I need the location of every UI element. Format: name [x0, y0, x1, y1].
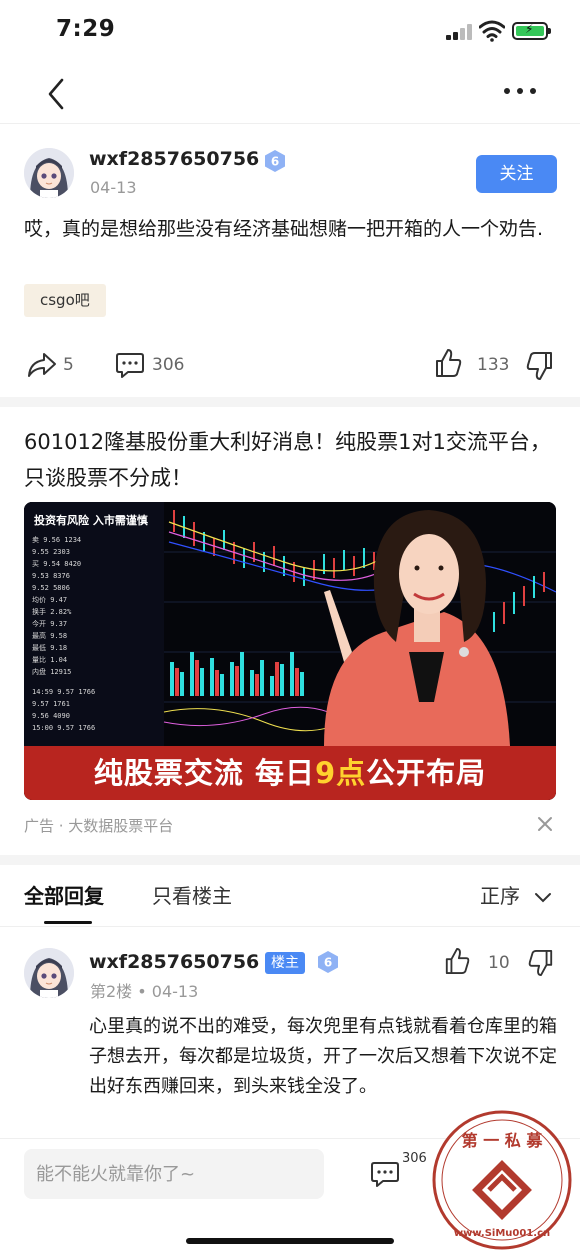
chevron-down-icon: [535, 892, 552, 902]
like-count: 133: [477, 355, 510, 375]
reply-input[interactable]: [24, 1149, 324, 1199]
section-divider: [0, 855, 580, 865]
svg-text:9.56 4090: 9.56 4090: [32, 712, 70, 720]
more-options-icon[interactable]: [504, 88, 538, 98]
svg-text:9.57 1761: 9.57 1761: [32, 700, 70, 708]
status-time: 7:29: [56, 16, 116, 42]
nav-bar: [0, 62, 580, 124]
level-badge-icon: 6: [265, 150, 285, 172]
ad-risk-warning: 投资有风险 入市需谨慎: [34, 514, 148, 527]
bottom-comment-count: 306: [402, 1151, 427, 1166]
svg-text:均价 9.47: 均价 9.47: [32, 595, 67, 604]
tab-all-replies[interactable]: 全部回复: [24, 880, 104, 909]
post-date: 04-13: [90, 178, 137, 197]
level-badge-number: 6: [271, 155, 279, 169]
sort-label: 正序: [480, 884, 520, 908]
svg-text:内盘 12915: 内盘 12915: [32, 667, 71, 676]
comment-icon[interactable]: [115, 351, 145, 379]
reply-dislike-icon[interactable]: [528, 949, 554, 977]
ad-image[interactable]: 卖 9.56 1234 9.55 2303 买 9.54 8420 9.53 83…: [24, 502, 556, 800]
forum-tag[interactable]: csgo吧: [24, 284, 106, 317]
svg-text:卖 9.56 1234: 卖 9.56 1234: [32, 536, 81, 544]
post-body: 哎，真的是想给那些没有经济基础想赌一把开箱的人一个劝告.: [24, 218, 544, 240]
ad-banner-part1: 纯股票交流 每日: [93, 756, 315, 790]
svg-text:最低 9.18: 最低 9.18: [32, 643, 67, 652]
svg-text:量比 1.04: 量比 1.04: [32, 655, 67, 664]
reply-like-count: 10: [488, 953, 510, 973]
share-count: 5: [63, 355, 74, 375]
like-icon[interactable]: [434, 348, 462, 378]
ad-title[interactable]: 601012隆基股份重大利好消息！纯股票1对1交流平台，只谈股票不分成！: [24, 424, 564, 496]
level-badge-icon: 6: [318, 951, 338, 973]
cellular-signal-icon: [446, 24, 474, 40]
reply-floor-date: 第2楼 • 04-13: [90, 982, 199, 1001]
svg-text:www.SiMu001.cn: www.SiMu001.cn: [454, 1228, 550, 1239]
svg-text:第 一 私 募: 第 一 私 募: [462, 1131, 544, 1150]
watermark-seal: 第 一 私 募 www.SiMu001.cn: [432, 1110, 572, 1250]
reply-avatar[interactable]: [24, 948, 74, 998]
tab-owner-only[interactable]: 只看楼主: [152, 880, 232, 909]
dislike-icon[interactable]: [526, 351, 554, 381]
svg-text:14:59 9.57 1766: 14:59 9.57 1766: [32, 688, 95, 696]
back-arrow-icon[interactable]: [40, 74, 72, 114]
active-tab-indicator: [44, 921, 92, 924]
close-icon[interactable]: [535, 814, 555, 834]
reply-like-icon[interactable]: [444, 947, 470, 975]
svg-text:9.55 2303: 9.55 2303: [32, 548, 70, 556]
battery-icon: [512, 22, 551, 40]
home-indicator: [186, 1238, 394, 1244]
svg-text:9.52 5806: 9.52 5806: [32, 584, 70, 592]
tabs-border: [0, 926, 580, 927]
ad-banner-text: 纯股票交流 每日9点公开布局: [24, 746, 556, 800]
share-icon[interactable]: [26, 351, 58, 379]
comment-count: 306: [152, 355, 185, 375]
status-bar: 7:29: [0, 0, 580, 62]
comments-icon[interactable]: [370, 1160, 400, 1188]
svg-text:买 9.54 8420: 买 9.54 8420: [32, 560, 81, 568]
ad-source-label: 广告 · 大数据股票平台: [24, 817, 174, 835]
section-divider: [0, 397, 580, 407]
reply-level-badge-number: 6: [324, 956, 332, 970]
owner-badge: 楼主: [265, 952, 305, 974]
svg-text:9.53 8376: 9.53 8376: [32, 572, 70, 580]
svg-text:最高 9.58: 最高 9.58: [32, 631, 67, 640]
reply-username[interactable]: wxf2857650756: [89, 951, 259, 973]
ad-banner-part2: 公开布局: [366, 756, 487, 790]
ad-banner-highlight: 9点: [314, 756, 367, 790]
svg-text:今开 9.37: 今开 9.37: [32, 619, 67, 628]
svg-text:15:00 9.57 1766: 15:00 9.57 1766: [32, 724, 95, 732]
svg-text:换手 2.82%: 换手 2.82%: [32, 607, 72, 616]
sort-selector[interactable]: 正序: [480, 880, 552, 909]
wifi-icon: [479, 20, 505, 42]
avatar[interactable]: [24, 148, 74, 198]
follow-button[interactable]: 关注: [476, 155, 557, 193]
post-username[interactable]: wxf2857650756: [89, 148, 259, 170]
reply-body: 心里真的说不出的难受，每次兜里有点钱就看着仓库里的箱子想去开，每次都是垃圾货，开…: [89, 1016, 557, 1097]
